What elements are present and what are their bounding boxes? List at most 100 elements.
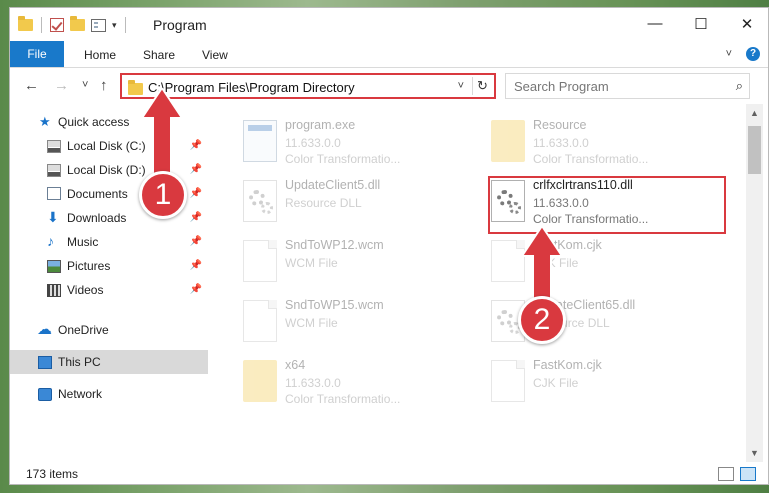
sidebar-item-pictures[interactable]: Pictures 📌 — [10, 254, 208, 278]
network-icon — [38, 388, 52, 401]
maximize-button[interactable]: ☐ — [678, 8, 724, 39]
disk-icon — [47, 140, 61, 153]
search-box[interactable]: Search Program ⌕ — [505, 73, 750, 99]
file-explorer-window: ▾ Program — ☐ ✕ File Home Share View ˅ ?… — [9, 7, 769, 485]
recent-locations-button[interactable]: ˅ — [82, 79, 88, 91]
tab-share[interactable]: Share — [143, 48, 175, 62]
properties-check-icon[interactable] — [50, 18, 64, 32]
window-controls: — ☐ ✕ — [632, 8, 768, 39]
sidebar-item-network[interactable]: Network — [10, 382, 208, 406]
search-input[interactable]: Search Program — [514, 79, 609, 94]
sidebar-item-label: This PC — [58, 355, 101, 369]
tab-file[interactable]: File — [10, 41, 64, 67]
sidebar-item-onedrive[interactable]: ☁ OneDrive — [10, 318, 208, 342]
file-item[interactable]: x64 11.633.0.0 Color Transformatio... — [235, 352, 475, 410]
step2-badge: 2 — [518, 296, 566, 344]
file-item[interactable]: UpdateClient5.dll Resource DLL — [235, 172, 475, 230]
view-toggle — [718, 467, 756, 481]
folder-icon — [18, 16, 33, 31]
back-button[interactable]: ← — [24, 77, 39, 94]
file-name: SndToWP15.wcm — [285, 298, 384, 312]
file-detail: WCM File — [285, 316, 338, 330]
scroll-down-icon[interactable]: ▼ — [750, 448, 759, 458]
vertical-scrollbar[interactable]: ▲ ▼ — [746, 104, 763, 462]
file-item[interactable]: SndToWP15.wcm WCM File — [235, 292, 475, 350]
folder-icon — [243, 360, 277, 402]
help-icon[interactable]: ? — [746, 47, 760, 61]
file-detail: 11.633.0.0 — [285, 136, 341, 150]
file-icon — [243, 240, 277, 282]
tiles-view-icon[interactable] — [740, 467, 756, 481]
scrollbar-thumb[interactable] — [748, 126, 761, 174]
onedrive-icon: ☁ — [37, 321, 52, 338]
minimize-button[interactable]: — — [632, 8, 678, 39]
this-pc-icon — [38, 356, 52, 369]
sidebar-item-label: Local Disk (C:) — [67, 139, 146, 153]
close-button[interactable]: ✕ — [724, 8, 768, 39]
details-view-icon[interactable] — [718, 467, 734, 481]
toolbar-divider — [124, 17, 126, 33]
refresh-button[interactable]: ↻ — [472, 77, 492, 95]
file-description: Color Transformatio... — [285, 152, 401, 166]
downloads-icon: ⬇ — [47, 209, 59, 225]
file-name: SndToWP12.wcm — [285, 238, 384, 252]
item-count: 173 items — [26, 467, 79, 481]
sidebar-item-label: Quick access — [58, 115, 130, 129]
sidebar-item-music[interactable]: ♪ Music 📌 — [10, 230, 208, 254]
file-name: UpdateClient5.dll — [285, 178, 381, 192]
file-item[interactable]: SndToWP12.wcm WCM File — [235, 232, 475, 290]
address-dropdown-icon[interactable]: ˅ — [458, 80, 464, 92]
toolbar-divider — [41, 17, 42, 33]
tab-view[interactable]: View — [202, 48, 228, 62]
gear-file-icon — [243, 180, 277, 222]
toolbar-dropdown-icon[interactable]: ▾ — [112, 20, 117, 31]
file-name: program.exe — [285, 118, 356, 132]
file-detail: Resource DLL — [285, 196, 362, 210]
sidebar-item-label: Documents — [67, 187, 128, 201]
tab-home[interactable]: Home — [84, 48, 116, 62]
sidebar-item-label: Network — [58, 387, 103, 401]
sidebar-item-this-pc[interactable]: This PC — [10, 350, 208, 374]
star-icon: ★ — [39, 114, 51, 129]
disk-icon — [47, 164, 61, 177]
expand-ribbon-icon[interactable]: ˅ — [726, 48, 732, 60]
file-detail: 11.633.0.0 — [285, 376, 341, 390]
window-title: Program — [153, 17, 207, 33]
file-name: FastKom.cjk — [533, 358, 602, 372]
file-item[interactable]: Resource 11.633.0.0 Color Transformatio.… — [483, 112, 723, 170]
pin-icon[interactable]: 📌 — [190, 236, 202, 247]
search-icon[interactable]: ⌕ — [736, 78, 743, 94]
file-item[interactable]: FastKom.cjk CJK File — [483, 232, 723, 290]
step1-badge: 1 — [139, 171, 187, 219]
ribbon-tabs: File Home Share View ˅ ? — [10, 40, 768, 68]
scroll-up-icon[interactable]: ▲ — [750, 108, 759, 118]
navigation-bar: ← → ˅ ↑ C:\Program Files\Program Directo… — [10, 69, 768, 103]
sidebar-item-label: OneDrive — [58, 323, 109, 337]
pin-icon[interactable]: 📌 — [190, 260, 202, 271]
up-button[interactable]: ↑ — [100, 77, 108, 94]
title-bar: ▾ Program — ☐ ✕ — [10, 8, 768, 40]
ribbon-right-controls: ˅ ? — [726, 47, 760, 61]
customize-icon[interactable] — [91, 18, 106, 32]
sidebar-item-videos[interactable]: Videos 📌 — [10, 278, 208, 302]
pin-icon[interactable]: 📌 — [190, 284, 202, 295]
sidebar-item-label: Local Disk (D:) — [67, 163, 146, 177]
file-item[interactable]: FastKom.cjk CJK File — [483, 352, 723, 410]
forward-button[interactable]: → — [54, 77, 69, 94]
file-detail: CJK File — [533, 376, 579, 390]
file-name: Resource — [533, 118, 587, 132]
file-icon — [491, 360, 525, 402]
documents-icon — [47, 187, 61, 200]
pin-icon[interactable]: 📌 — [190, 212, 202, 223]
new-folder-icon[interactable] — [70, 16, 85, 31]
exe-icon — [243, 120, 277, 162]
file-item[interactable]: program.exe 11.633.0.0 Color Transformat… — [235, 112, 475, 170]
file-description: Color Transformatio... — [285, 392, 401, 406]
music-icon: ♪ — [47, 233, 54, 249]
status-bar: 173 items — [10, 462, 768, 484]
quick-access-toolbar: ▾ — [18, 16, 128, 33]
videos-icon — [47, 284, 61, 297]
file-detail: 11.633.0.0 — [533, 136, 589, 150]
file-list: program.exe 11.633.0.0 Color Transformat… — [211, 104, 745, 462]
sidebar-item-label: Pictures — [67, 259, 111, 273]
